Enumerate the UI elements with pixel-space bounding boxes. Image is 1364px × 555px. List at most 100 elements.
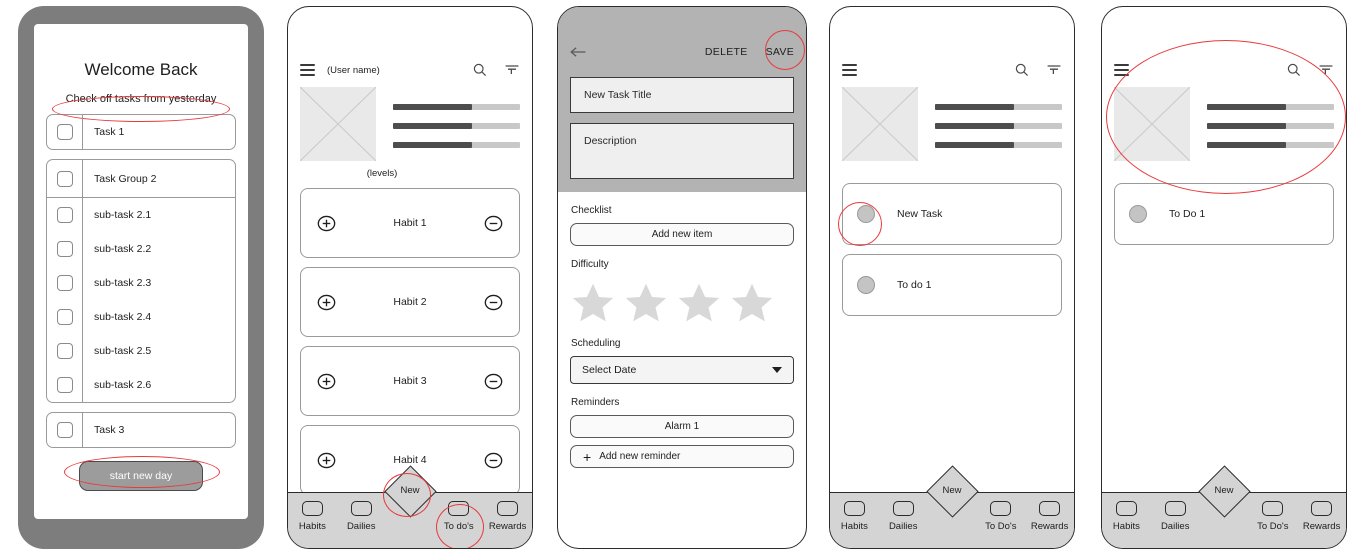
subtask-checkbox[interactable] [56, 343, 73, 359]
filter-icon[interactable] [1046, 62, 1062, 78]
filter-icon[interactable] [504, 62, 520, 78]
menu-icon[interactable] [300, 64, 315, 76]
date-select[interactable]: Select Date [570, 356, 794, 384]
nav-rewards-icon[interactable] [1039, 501, 1061, 516]
todo-status-dot[interactable] [1129, 205, 1147, 223]
checkbox-cell[interactable] [47, 334, 83, 368]
nav-item-habits[interactable]: Habits [830, 501, 879, 532]
subtask-row[interactable]: sub-task 2.4 [47, 300, 235, 334]
nav-habits-icon[interactable] [843, 501, 865, 516]
subtask-row[interactable]: sub-task 2.5 [47, 334, 235, 368]
checkbox-cell[interactable] [47, 115, 83, 149]
save-button[interactable]: SAVE [766, 46, 794, 58]
task-card-third[interactable]: Task 3 [46, 412, 236, 448]
todo-status-dot[interactable] [857, 205, 875, 223]
star-icon[interactable] [729, 281, 775, 325]
subtask-checkbox[interactable] [56, 309, 73, 325]
nav-todos-icon[interactable] [1262, 501, 1284, 516]
back-arrow-icon[interactable] [570, 45, 587, 59]
subtask-row[interactable]: sub-task 2.6 [47, 368, 235, 402]
checkbox-cell[interactable] [47, 232, 83, 266]
menu-icon[interactable] [1114, 64, 1129, 76]
nav-item-rewards[interactable]: Rewards [1025, 501, 1074, 532]
nav-habits-icon[interactable] [301, 501, 323, 516]
nav-dailies-icon[interactable] [1164, 501, 1186, 516]
search-icon[interactable] [1286, 62, 1302, 78]
task-checkbox[interactable] [56, 170, 73, 187]
plus-circle-icon[interactable] [317, 451, 336, 470]
checklist-section-label: Checklist [571, 205, 612, 216]
minus-circle-icon[interactable] [484, 293, 503, 312]
alarm-item[interactable]: Alarm 1 [570, 415, 794, 438]
plus-circle-icon[interactable] [317, 372, 336, 391]
subtask-checkbox[interactable] [56, 241, 73, 257]
checkbox-cell[interactable] [47, 160, 83, 197]
task-checkbox[interactable] [56, 124, 73, 140]
task-card-group[interactable]: Task Group 2 sub-task 2.1 sub-task 2.2 s… [46, 159, 236, 403]
filter-icon[interactable] [1318, 62, 1334, 78]
checkbox-cell[interactable] [47, 198, 83, 232]
task-group-row[interactable]: Task Group 2 [47, 160, 235, 198]
nav-item-habits[interactable]: Habits [1102, 501, 1151, 532]
start-new-day-button[interactable]: start new day [78, 461, 204, 491]
plus-circle-icon[interactable] [317, 214, 336, 233]
nav-todos-icon[interactable] [448, 501, 470, 516]
nav-item-habits[interactable]: Habits [288, 501, 337, 532]
subtask-row[interactable]: sub-task 2.3 [47, 266, 235, 300]
new-task-fab[interactable]: New [383, 465, 437, 518]
task-row[interactable]: Task 1 [47, 115, 235, 149]
nav-item-todos[interactable]: To do's [434, 501, 483, 532]
star-icon[interactable] [570, 281, 616, 325]
task-title-input[interactable]: New Task Title [570, 77, 794, 113]
new-task-fab[interactable]: New [1197, 465, 1251, 518]
search-icon[interactable] [1014, 62, 1030, 78]
chevron-down-icon[interactable] [772, 367, 782, 373]
star-icon[interactable] [623, 281, 669, 325]
search-icon[interactable] [472, 62, 488, 78]
habit-card[interactable]: Habit 3 [300, 346, 520, 416]
todo-card[interactable]: To Do 1 [1114, 183, 1334, 245]
star-icon[interactable] [676, 281, 722, 325]
subtask-row[interactable]: sub-task 2.2 [47, 232, 235, 266]
task-card-single[interactable]: Task 1 [46, 114, 236, 150]
nav-habits-icon[interactable] [1115, 501, 1137, 516]
nav-item-dailies[interactable]: Dailies [1151, 501, 1200, 532]
habit-card[interactable]: Habit 2 [300, 267, 520, 337]
todo-card[interactable]: To do 1 [842, 254, 1062, 316]
plus-circle-icon[interactable] [317, 293, 336, 312]
menu-icon[interactable] [842, 64, 857, 76]
subtask-checkbox[interactable] [56, 275, 73, 291]
nav-item-todos[interactable]: To Do's [1248, 501, 1297, 532]
difficulty-stars[interactable] [558, 277, 806, 325]
subtask-checkbox[interactable] [56, 377, 73, 393]
checkbox-cell[interactable] [47, 300, 83, 334]
nav-dailies-icon[interactable] [350, 501, 372, 516]
add-reminder-button[interactable]: + Add new reminder [570, 445, 794, 468]
nav-item-dailies[interactable]: Dailies [879, 501, 928, 532]
nav-item-rewards[interactable]: Rewards [1297, 501, 1346, 532]
minus-circle-icon[interactable] [484, 451, 503, 470]
nav-rewards-icon[interactable] [1311, 501, 1333, 516]
minus-circle-icon[interactable] [484, 214, 503, 233]
nav-item-dailies[interactable]: Dailies [337, 501, 386, 532]
task-checkbox[interactable] [56, 422, 73, 438]
nav-todos-icon[interactable] [990, 501, 1012, 516]
nav-rewards-icon[interactable] [497, 501, 519, 516]
todo-card-new[interactable]: New Task [842, 183, 1062, 245]
add-new-item-button[interactable]: Add new item [570, 223, 794, 246]
nav-item-todos[interactable]: To Do's [976, 501, 1025, 532]
subtask-row[interactable]: sub-task 2.1 [47, 198, 235, 232]
new-task-fab[interactable]: New [925, 465, 979, 518]
task-row[interactable]: Task 3 [47, 413, 235, 447]
checkbox-cell[interactable] [47, 413, 83, 447]
nav-dailies-icon[interactable] [892, 501, 914, 516]
checkbox-cell[interactable] [47, 266, 83, 300]
habit-card[interactable]: Habit 1 [300, 188, 520, 258]
todo-status-dot[interactable] [857, 276, 875, 294]
task-description-input[interactable]: Description [570, 123, 794, 179]
delete-button[interactable]: DELETE [705, 46, 748, 58]
subtask-checkbox[interactable] [56, 207, 73, 223]
nav-item-rewards[interactable]: Rewards [483, 501, 532, 532]
checkbox-cell[interactable] [47, 368, 83, 402]
minus-circle-icon[interactable] [484, 372, 503, 391]
